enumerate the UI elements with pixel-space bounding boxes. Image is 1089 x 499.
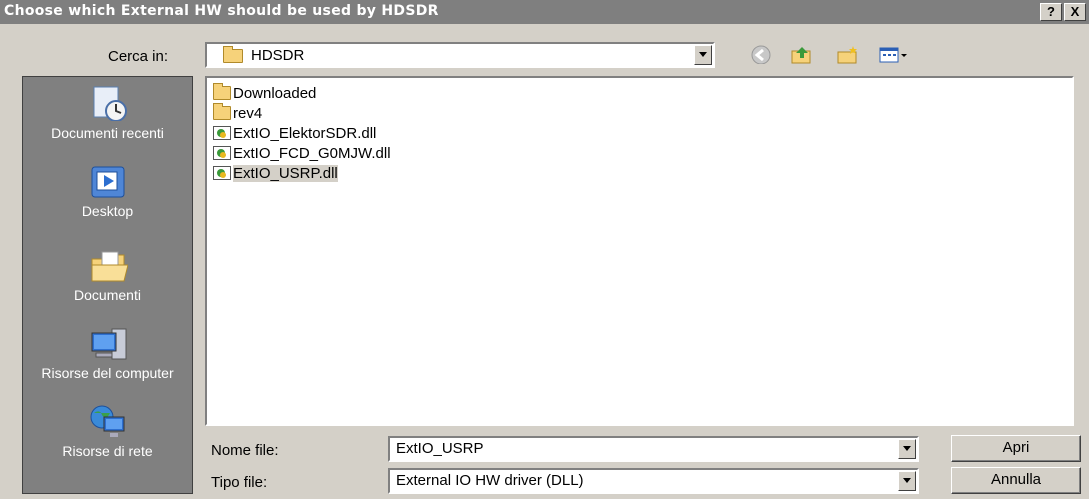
list-item[interactable]: ExtIO_FCD_G0MJW.dll — [213, 144, 391, 164]
open-button[interactable]: Apri — [951, 435, 1081, 462]
place-documents[interactable]: Documenti — [23, 247, 192, 303]
new-folder-icon[interactable] — [836, 44, 860, 64]
documents-folder-icon — [91, 251, 128, 282]
computer-icon — [91, 328, 126, 360]
list-item[interactable]: Downloaded — [213, 83, 316, 104]
place-label: Documenti — [74, 287, 141, 303]
dll-file-icon — [213, 166, 231, 180]
window-title: Choose which External HW should be used … — [4, 3, 439, 19]
filename-label: Nome file: — [211, 442, 279, 459]
desktop-icon — [91, 166, 124, 198]
place-label: Desktop — [81, 203, 134, 219]
filetype-value: External IO HW driver (DLL) — [396, 472, 584, 489]
filetype-select[interactable]: External IO HW driver (DLL) — [388, 468, 919, 494]
back-icon[interactable] — [750, 44, 772, 64]
place-label: Risorse del computer — [41, 365, 174, 381]
title-bar: Choose which External HW should be used … — [0, 0, 1089, 24]
view-menu-icon[interactable] — [878, 44, 908, 64]
place-desktop[interactable]: Desktop — [23, 163, 192, 219]
chevron-down-icon[interactable] — [898, 471, 916, 491]
place-recent-documents[interactable]: Documenti recenti — [23, 85, 192, 141]
place-computer[interactable]: Risorse del computer — [23, 325, 192, 381]
up-folder-icon[interactable] — [790, 44, 814, 64]
folder-icon — [213, 83, 231, 100]
folder-icon — [223, 46, 243, 63]
folder-icon — [213, 103, 231, 120]
list-item[interactable]: ExtIO_ElektorSDR.dll — [213, 124, 376, 144]
place-label: Documenti recenti — [51, 125, 164, 141]
help-button[interactable]: ? — [1040, 3, 1062, 21]
lookin-value: HDSDR — [251, 47, 305, 64]
chevron-down-icon[interactable] — [694, 45, 712, 65]
lookin-dropdown[interactable]: HDSDR — [205, 42, 715, 68]
network-icon — [90, 405, 124, 437]
place-network[interactable]: Risorse di rete — [23, 403, 192, 459]
filename-value: ExtIO_USRP — [396, 440, 484, 457]
filetype-label: Tipo file: — [211, 474, 268, 491]
recent-documents-icon — [93, 86, 127, 121]
dll-file-icon — [213, 146, 231, 160]
dll-file-icon — [213, 126, 231, 140]
chevron-down-icon[interactable] — [898, 439, 916, 459]
list-item[interactable]: rev4 — [213, 103, 262, 124]
filename-input[interactable]: ExtIO_USRP — [388, 436, 919, 462]
cancel-button[interactable]: Annulla — [951, 467, 1081, 494]
places-bar: Documenti recenti Desktop Documenti Riso… — [22, 76, 193, 494]
place-label: Risorse di rete — [62, 443, 153, 459]
close-button[interactable]: X — [1064, 3, 1086, 21]
lookin-label: Cerca in: — [108, 48, 169, 65]
file-list[interactable]: Downloaded rev4 ExtIO_ElektorSDR.dll Ext… — [205, 76, 1074, 426]
list-item-selected[interactable]: ExtIO_USRP.dll — [213, 164, 338, 184]
